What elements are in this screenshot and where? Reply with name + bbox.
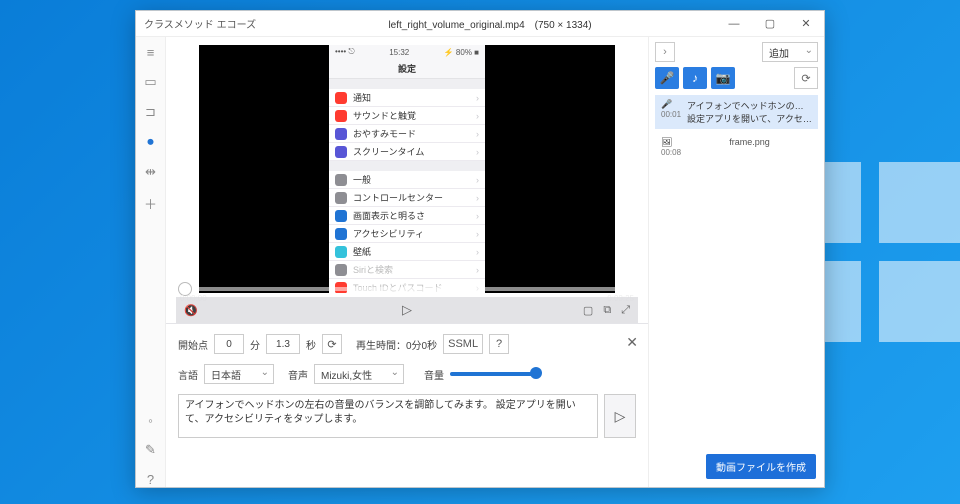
start-min-input[interactable]: 0 — [214, 334, 244, 354]
user-icon[interactable]: ◦ — [148, 413, 153, 428]
settings-row: Siriと検索› — [329, 261, 485, 279]
settings-title: 設定 — [329, 59, 485, 79]
window-title: left_right_volume_original.mp4 (750 × 13… — [264, 16, 716, 31]
refresh-time-button[interactable]: ⟳ — [322, 334, 342, 354]
lang-select[interactable]: 日本語 — [204, 364, 274, 384]
pip-icon[interactable]: ⧉ — [603, 304, 611, 317]
mic-icon[interactable]: ⏺ — [147, 134, 154, 150]
play-button[interactable]: ▷ — [402, 302, 412, 318]
min-unit: 分 — [250, 337, 260, 352]
editor-panel: ✕ 開始点 0 分 1.3 秒 ⟳ 再生時間：0分0秒 SSML ? 言語 日本… — [166, 323, 648, 448]
settings-row: スクリーンタイム› — [329, 143, 485, 161]
settings-row: アクセシビリティ› — [329, 225, 485, 243]
settings-row: 一般› — [329, 171, 485, 189]
settings-row: 通知› — [329, 89, 485, 107]
ssml-button[interactable]: SSML — [443, 334, 483, 354]
start-label: 開始点 — [178, 337, 208, 352]
vol-label: 音量 — [424, 367, 444, 382]
settings-row: コントロールセンター› — [329, 189, 485, 207]
video-controls: 🔇 ▷ ▢ ⧉ ⤢ — [176, 297, 638, 323]
settings-row: サウンドと触覚› — [329, 107, 485, 125]
app-name: クラスメソッド エコーズ — [136, 16, 264, 31]
start-sec-input[interactable]: 1.3 — [266, 334, 300, 354]
music-tab[interactable]: ♪ — [683, 67, 707, 89]
app-window: クラスメソッド エコーズ left_right_volume_original.… — [135, 10, 825, 488]
add-select[interactable]: 追加 — [762, 42, 818, 62]
lang-label: 言語 — [178, 367, 198, 382]
panel-close-button[interactable]: ✕ — [626, 334, 638, 351]
create-video-button[interactable]: 動画ファイルを作成 — [706, 454, 816, 479]
right-panel: › 追加 🎤 ♪ 📷 ⟳ 🎤00:01 アイフォンでヘッドホンの左右の音量の… … — [648, 37, 824, 487]
script-textarea[interactable]: アイフォンでヘッドホンの左右の音量のバランスを調節してみます。 設定アプリを開い… — [178, 394, 598, 438]
add-icon[interactable]: ＋ — [144, 194, 157, 213]
settings-row: おやすみモード› — [329, 125, 485, 143]
voice-select[interactable]: Mizuki,女性 — [314, 364, 404, 384]
camera-tab[interactable]: 📷 — [711, 67, 735, 89]
clip-filename: frame.png — [687, 137, 812, 147]
expand-button[interactable]: › — [655, 42, 675, 62]
help-icon[interactable]: ? — [147, 472, 154, 487]
clip-time: 00:01 — [661, 110, 681, 119]
help-button[interactable]: ? — [489, 334, 509, 354]
phone-screen: •••• ⎋ 15:32 ⚡ 80% ■ 設定 通知›サウンドと触覚›おやすみモ… — [329, 45, 485, 293]
voice-label: 音声 — [288, 367, 308, 382]
volume-thumb[interactable] — [530, 367, 542, 379]
volume-slider[interactable] — [450, 372, 540, 376]
edit-icon[interactable]: ✎ — [145, 442, 156, 458]
video-preview: •••• ⎋ 15:32 ⚡ 80% ■ 設定 通知›サウンドと触覚›おやすみモ… — [166, 37, 648, 323]
monitor-icon[interactable]: ⊐ — [145, 104, 156, 120]
clip-item-2[interactable]: 🖼00:08 frame.png — [655, 133, 818, 161]
preview-play-button[interactable]: ▷ — [604, 394, 636, 438]
frame-icon[interactable]: ▢ — [583, 304, 593, 317]
clip-line2: 設定アプリを開いて、アクセシビリティ… — [687, 112, 812, 125]
settings-row: 壁紙› — [329, 243, 485, 261]
refresh-list-button[interactable]: ⟳ — [794, 67, 818, 89]
titlebar: クラスメソッド エコーズ left_right_volume_original.… — [136, 11, 824, 37]
mic-tab[interactable]: 🎤 — [655, 67, 679, 89]
seek-bar[interactable] — [178, 287, 636, 291]
video-icon[interactable]: ▭ — [144, 74, 156, 90]
minimize-button[interactable]: — — [716, 11, 752, 37]
menu-icon[interactable]: ≡ — [147, 45, 155, 60]
status-batt: ⚡ 80% ■ — [444, 48, 479, 57]
clip-time: 00:08 — [661, 148, 681, 157]
left-toolstrip: ≡ ▭ ⊐ ⏺ ⇹ ＋ ◦ ✎ ? — [136, 37, 166, 487]
video-letterbox-left — [199, 45, 329, 293]
playback-label: 再生時間：0分0秒 — [356, 337, 437, 352]
status-left: •••• ⎋ — [335, 47, 355, 57]
video-letterbox-right — [485, 45, 615, 293]
close-button[interactable]: ✕ — [788, 11, 824, 37]
status-time: 15:32 — [389, 48, 409, 57]
settings-row: 画面表示と明るさ› — [329, 207, 485, 225]
clip-item-1[interactable]: 🎤00:01 アイフォンでヘッドホンの左右の音量の… 設定アプリを開いて、アクセ… — [655, 95, 818, 129]
clip-line1: アイフォンでヘッドホンの左右の音量の… — [687, 99, 812, 112]
sec-unit: 秒 — [306, 337, 316, 352]
settings-icon[interactable]: ⇹ — [145, 164, 156, 180]
mute-icon[interactable]: 🔇 — [184, 304, 198, 317]
fullscreen-icon[interactable]: ⤢ — [621, 304, 630, 317]
maximize-button[interactable]: ▢ — [752, 11, 788, 37]
